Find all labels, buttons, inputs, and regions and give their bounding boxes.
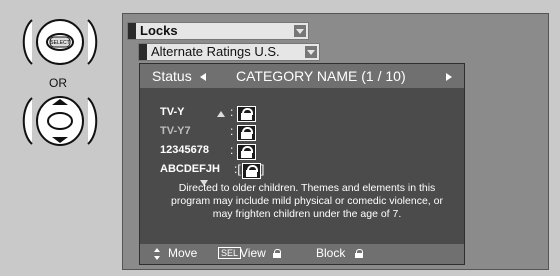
- up-triangle-icon: [217, 111, 225, 117]
- or-label: OR: [49, 76, 67, 90]
- lock-icon[interactable]: [242, 163, 261, 179]
- rating-row-tvy7[interactable]: TV-Y7 :: [160, 123, 420, 142]
- remote-select-pad: SELECT: [22, 19, 98, 65]
- alt-ratings-header[interactable]: Alternate Ratings U.S.: [138, 43, 320, 61]
- lock-icon[interactable]: [237, 106, 256, 122]
- rating-name: ABCDEFJH: [160, 163, 220, 175]
- lock-icon[interactable]: [237, 125, 256, 141]
- rating-name: 12345678: [160, 144, 209, 156]
- chevron-down-icon: [294, 25, 306, 37]
- locks-tick: [128, 23, 136, 39]
- locks-header[interactable]: Locks: [127, 22, 309, 40]
- lock-icon: [354, 249, 364, 258]
- move-icon: [154, 248, 160, 260]
- alt-ratings-label: Alternate Ratings U.S.: [151, 44, 280, 59]
- chevron-down-icon: [305, 46, 317, 58]
- lock-icon[interactable]: [237, 144, 256, 160]
- rating-name: TV-Y: [160, 106, 185, 118]
- sel-badge: SEL: [218, 247, 242, 259]
- block-label: Block: [316, 246, 346, 260]
- rating-colon: :: [230, 105, 234, 119]
- rating-description: Directed to older children. Themes and e…: [171, 182, 443, 220]
- rating-row-tvy[interactable]: TV-Y :: [160, 104, 420, 123]
- rating-list: TV-Y : TV-Y7 : 12345678 : ABCDEFJH :[ ]: [160, 104, 420, 180]
- remote-graphic: SELECT OR: [18, 12, 102, 167]
- panel-topbar: Status CATEGORY NAME (1 / 10): [140, 64, 464, 88]
- lock-icon: [272, 249, 282, 258]
- locks-label: Locks: [140, 23, 178, 38]
- move-label: Move: [168, 246, 198, 260]
- bracket-close: ]: [261, 162, 265, 176]
- bracket-open: :[: [234, 162, 241, 176]
- rating-row-12345678[interactable]: 12345678 :: [160, 142, 420, 161]
- rating-row-abcdefjh[interactable]: ABCDEFJH :[ ]: [160, 161, 420, 180]
- alt-ratings-tick: [139, 44, 147, 60]
- select-label: SELECT: [50, 40, 69, 46]
- status-label: Status: [152, 68, 192, 84]
- view-label: View: [240, 246, 266, 260]
- remote-dpad: [22, 96, 98, 146]
- category-title: CATEGORY NAME (1 / 10): [236, 68, 406, 84]
- left-arrow-icon[interactable]: [200, 73, 206, 81]
- rating-name: TV-Y7: [160, 125, 191, 137]
- right-arrow-icon[interactable]: [446, 73, 452, 81]
- ratings-panel: Status CATEGORY NAME (1 / 10) TV-Y : TV-…: [139, 63, 465, 265]
- panel-footer: Move SEL View Block: [140, 244, 464, 264]
- rating-colon: :: [230, 143, 234, 157]
- rating-colon: :: [230, 124, 234, 138]
